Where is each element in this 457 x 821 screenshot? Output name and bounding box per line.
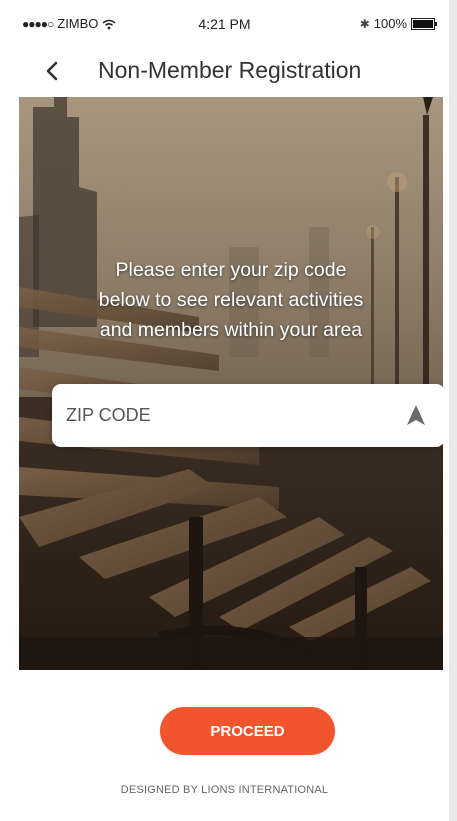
navigation-bar: Non-Member Registration — [0, 52, 449, 92]
battery-icon — [411, 17, 437, 30]
battery-percent: 100% — [373, 16, 407, 31]
bluetooth-icon: ✱ — [359, 16, 370, 31]
hero-section: Please enter your zip code below to see … — [19, 97, 443, 670]
zip-instructions: Please enter your zip code below to see … — [19, 255, 443, 345]
instruction-line-1: Please enter your zip code — [115, 259, 347, 281]
zip-code-input[interactable] — [66, 384, 386, 447]
proceed-button[interactable]: PROCEED — [160, 707, 335, 755]
screen-edge — [449, 0, 457, 821]
app-screen: ●●●●○ ZIMBO 4:21 PM ✱ 100% Non-Member Re… — [0, 0, 457, 821]
status-bar: ●●●●○ ZIMBO 4:21 PM ✱ 100% — [0, 0, 449, 44]
zip-code-field — [52, 384, 443, 447]
instruction-line-3: and members within your area — [99, 319, 363, 341]
status-right: ✱ 100% — [359, 16, 437, 31]
chevron-left-icon — [46, 61, 58, 81]
page-title: Non-Member Registration — [98, 57, 362, 83]
navigation-arrow-icon[interactable] — [405, 404, 427, 426]
back-button[interactable] — [38, 54, 66, 88]
instruction-line-2: below to see relevant activities — [98, 289, 364, 311]
footer-credit: DESIGNED BY LIONS INTERNATIONAL — [120, 784, 329, 796]
